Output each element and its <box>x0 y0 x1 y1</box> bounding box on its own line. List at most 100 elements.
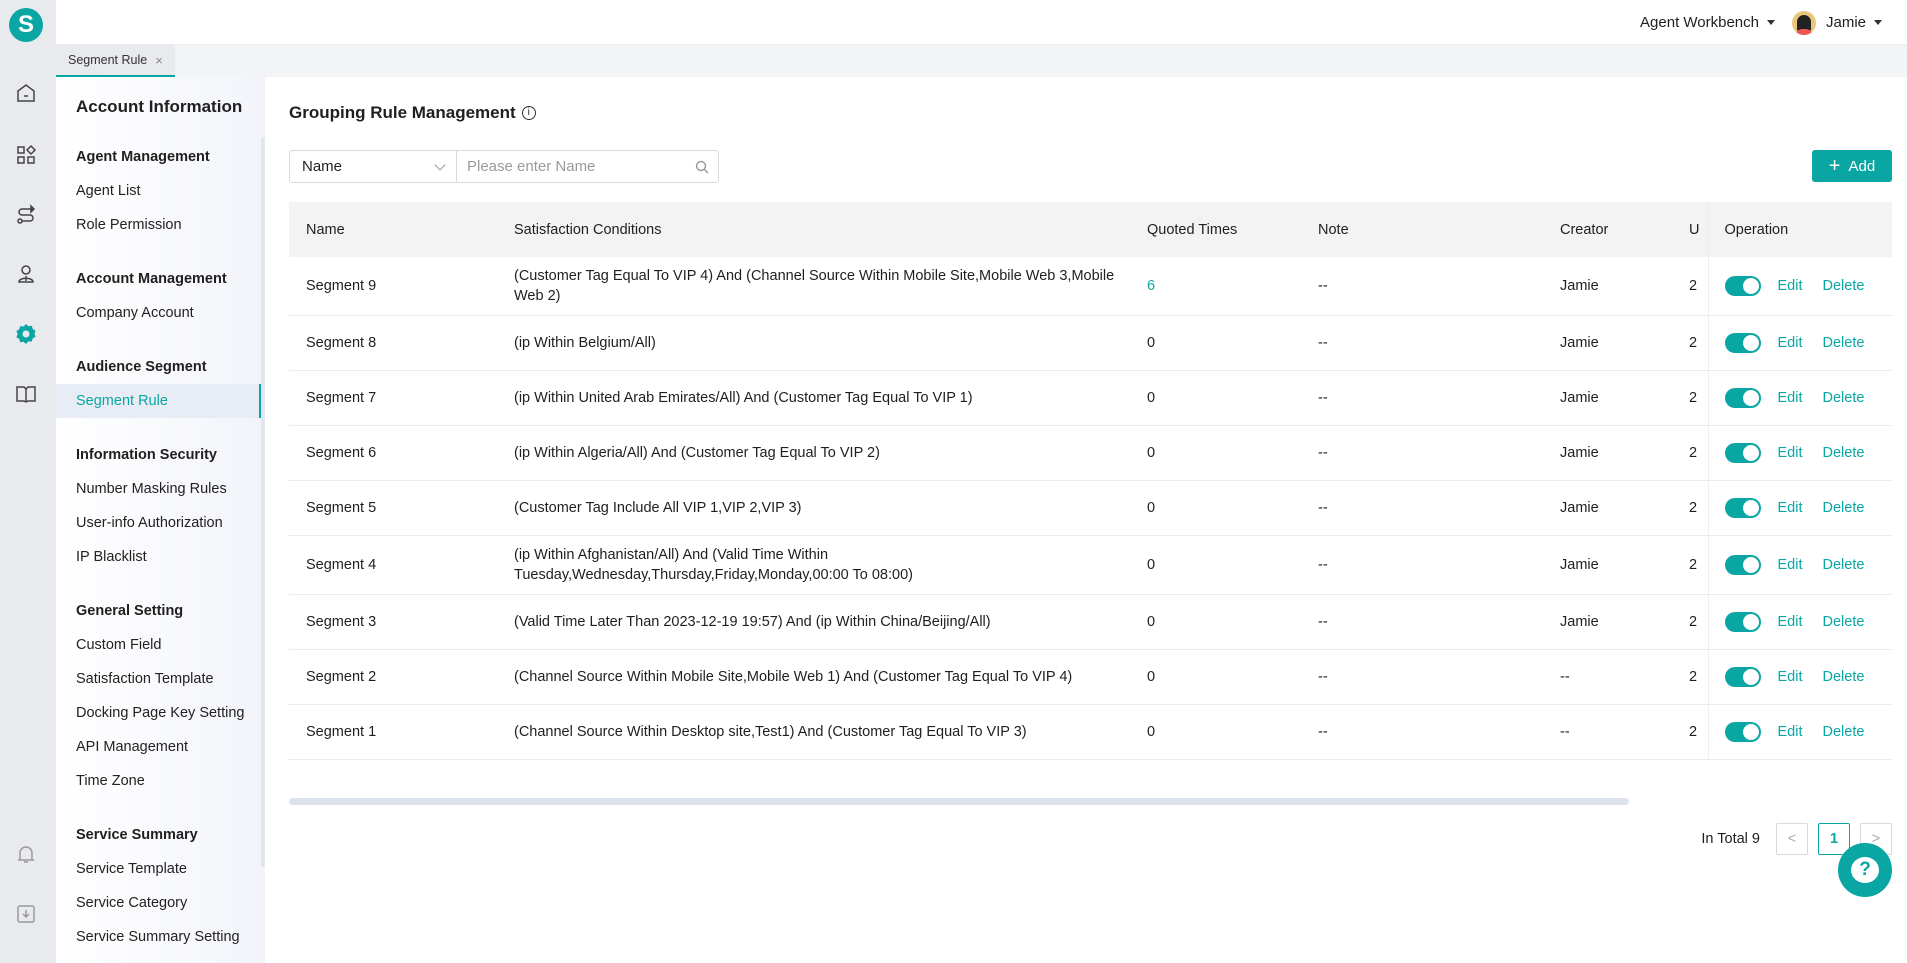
edit-link[interactable]: Edit <box>1778 333 1803 353</box>
cell-creator: -- <box>1543 704 1689 760</box>
enable-toggle[interactable] <box>1724 612 1761 632</box>
sidebar-group-header: Service Summary <box>76 827 198 843</box>
cell-quoted: 0 <box>1130 594 1301 650</box>
cell-conditions: (Channel Source Within Mobile Site,Mobil… <box>497 649 1130 705</box>
total-count: In Total 9 <box>1701 831 1760 847</box>
help-button[interactable]: ? <box>1838 843 1892 897</box>
sidebar-item-api-management[interactable]: API Management <box>56 730 261 764</box>
sidebar-item-docking-page-key-setting[interactable]: Docking Page Key Setting <box>56 696 261 730</box>
cell-quoted: 0 <box>1130 649 1301 705</box>
sidebar-item-agent-list[interactable]: Agent List <box>56 174 261 208</box>
sidebar-item-time-zone[interactable]: Time Zone <box>56 764 261 798</box>
edit-link[interactable]: Edit <box>1778 555 1803 575</box>
edit-link[interactable]: Edit <box>1778 443 1803 463</box>
cell-note: -- <box>1301 425 1543 481</box>
download-icon[interactable] <box>14 902 38 926</box>
col-creator: Creator <box>1543 202 1689 257</box>
sidebar-group: Audience Segment Segment Rule <box>56 350 261 418</box>
sidebar-item-service-summary-setting[interactable]: Service Summary Setting <box>56 920 261 954</box>
cell-updated: 2 <box>1689 594 1708 650</box>
search-input[interactable] <box>457 151 686 182</box>
delete-link[interactable]: Delete <box>1823 612 1865 632</box>
delete-link[interactable]: Delete <box>1823 722 1865 742</box>
enable-toggle[interactable] <box>1724 498 1761 518</box>
delete-link[interactable]: Delete <box>1823 333 1865 353</box>
edit-link[interactable]: Edit <box>1778 612 1803 632</box>
user-menu[interactable]: Jamie <box>1791 0 1882 45</box>
table-row: Segment 2 (Channel Source Within Mobile … <box>289 649 1892 705</box>
bell-icon[interactable] <box>14 842 38 866</box>
cell-quoted[interactable]: 6 <box>1130 257 1301 316</box>
tab-segment-rule[interactable]: Segment Rule × <box>56 45 175 77</box>
delete-link[interactable]: Delete <box>1823 276 1865 296</box>
sidebar-item-user-info-authorization[interactable]: User-info Authorization <box>56 506 261 540</box>
edit-link[interactable]: Edit <box>1778 388 1803 408</box>
app-logo[interactable]: S <box>9 8 43 42</box>
table-row: Segment 5 (Customer Tag Include All VIP … <box>289 480 1892 536</box>
edit-link[interactable]: Edit <box>1778 276 1803 296</box>
filter-field-select[interactable]: Name <box>290 151 457 182</box>
close-icon[interactable]: × <box>155 53 163 68</box>
route-icon[interactable] <box>14 203 38 227</box>
cell-updated: 2 <box>1689 704 1708 760</box>
cell-creator: Jamie <box>1543 535 1689 595</box>
caret-down-icon <box>1767 20 1775 25</box>
edit-link[interactable]: Edit <box>1778 498 1803 518</box>
book-icon[interactable] <box>14 382 38 406</box>
home-icon[interactable] <box>14 81 38 105</box>
enable-toggle[interactable] <box>1724 276 1761 296</box>
sidebar-item-number-masking-rules[interactable]: Number Masking Rules <box>56 472 261 506</box>
sidebar-group-header: Account Management <box>76 271 227 287</box>
agent-icon[interactable] <box>14 262 38 286</box>
delete-link[interactable]: Delete <box>1823 443 1865 463</box>
edit-link[interactable]: Edit <box>1778 667 1803 687</box>
sidebar-item-custom-field[interactable]: Custom Field <box>56 628 261 662</box>
delete-link[interactable]: Delete <box>1823 498 1865 518</box>
cell-updated: 2 <box>1689 257 1708 316</box>
page-title: Grouping Rule Management i <box>289 103 536 123</box>
sidebar-item-satisfaction-template[interactable]: Satisfaction Template <box>56 662 261 696</box>
sidebar-item-role-permission[interactable]: Role Permission <box>56 208 261 242</box>
sidebar-item-service-template[interactable]: Service Template <box>56 852 261 886</box>
cell-operation: Edit Delete <box>1707 594 1892 650</box>
cell-creator: Jamie <box>1543 370 1689 426</box>
info-icon[interactable]: i <box>521 106 536 120</box>
cell-note: -- <box>1301 370 1543 426</box>
prev-page-button[interactable]: < <box>1776 823 1808 855</box>
search-icon[interactable] <box>686 151 718 182</box>
sidebar-group: Information Security Number Masking Rules… <box>56 438 261 574</box>
cell-note: -- <box>1301 535 1543 595</box>
chevron-down-icon <box>434 158 446 171</box>
delete-link[interactable]: Delete <box>1823 555 1865 575</box>
enable-toggle[interactable] <box>1724 722 1761 742</box>
sidebar-item-segment-rule[interactable]: Segment Rule <box>56 384 261 418</box>
sidebar-item-service-category[interactable]: Service Category <box>56 886 261 920</box>
cell-updated: 2 <box>1689 425 1708 481</box>
cell-note: -- <box>1301 704 1543 760</box>
horizontal-scrollbar[interactable] <box>289 798 1629 805</box>
cell-name: Segment 6 <box>289 425 497 481</box>
delete-link[interactable]: Delete <box>1823 667 1865 687</box>
apps-icon[interactable] <box>14 143 38 167</box>
main-content: Grouping Rule Management i Name + Add Name… <box>265 77 1907 963</box>
enable-toggle[interactable] <box>1724 388 1761 408</box>
table-row: Segment 4 (ip Within Afghanistan/All) An… <box>289 535 1892 595</box>
delete-link[interactable]: Delete <box>1823 388 1865 408</box>
settings-icon[interactable] <box>14 322 38 346</box>
enable-toggle[interactable] <box>1724 667 1761 687</box>
table-row: Segment 9 (Customer Tag Equal To VIP 4) … <box>289 257 1892 316</box>
enable-toggle[interactable] <box>1724 555 1761 575</box>
enable-toggle[interactable] <box>1724 443 1761 463</box>
cell-operation: Edit Delete <box>1707 480 1892 536</box>
workbench-dropdown[interactable]: Agent Workbench <box>1640 0 1775 45</box>
sidebar-item-company-account[interactable]: Company Account <box>56 296 261 330</box>
cell-creator: Jamie <box>1543 480 1689 536</box>
col-operation: Operation <box>1707 202 1892 257</box>
cell-conditions: (ip Within Afghanistan/All) And (Valid T… <box>497 535 1130 595</box>
edit-link[interactable]: Edit <box>1778 722 1803 742</box>
page-title-text: Grouping Rule Management <box>289 103 516 122</box>
enable-toggle[interactable] <box>1724 333 1761 353</box>
col-quoted: Quoted Times <box>1130 202 1301 257</box>
add-button[interactable]: + Add <box>1812 150 1892 182</box>
sidebar-item-ip-blacklist[interactable]: IP Blacklist <box>56 540 261 574</box>
